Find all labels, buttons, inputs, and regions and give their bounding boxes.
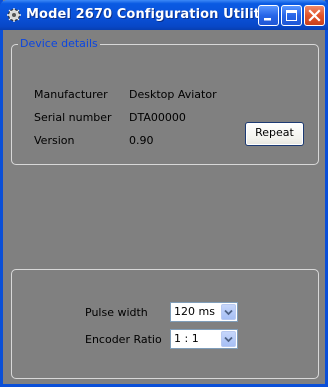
client-area: Device details Manufacturer Desktop Avia… [3,30,325,384]
encoder-ratio-select[interactable]: 1 : 1 [170,329,238,349]
pulse-width-value: 120 ms [174,305,215,318]
pulse-width-label: Pulse width [85,306,148,319]
manufacturer-value: Desktop Aviator [129,88,217,101]
serial-number-label: Serial number [34,111,112,124]
settings-group: Pulse width 120 ms Encoder Ratio 1 : 1 [11,269,319,379]
device-details-group: Device details Manufacturer Desktop Avia… [11,37,319,165]
minimize-button[interactable] [258,5,279,26]
utility-app-icon[interactable] [6,7,22,23]
manufacturer-label: Manufacturer [34,88,108,101]
encoder-ratio-label: Encoder Ratio [85,333,162,346]
app-window: Model 2670 Configuration Utility Device … [0,0,328,387]
encoder-ratio-value: 1 : 1 [174,332,199,345]
repeat-button[interactable]: Repeat [245,122,304,146]
version-value: 0.90 [129,134,154,147]
maximize-button[interactable] [281,5,302,26]
close-button[interactable] [304,5,325,26]
chevron-down-icon [224,336,233,343]
pulse-width-dropdown-button[interactable] [221,304,236,320]
title-bar[interactable]: Model 2670 Configuration Utility [0,0,328,30]
device-details-legend: Device details [18,37,100,50]
maximize-icon [286,10,297,21]
minimize-icon [264,18,271,21]
version-label: Version [34,134,75,147]
pulse-width-select[interactable]: 120 ms [170,302,238,322]
close-icon [308,9,321,22]
encoder-ratio-dropdown-button[interactable] [221,331,236,347]
serial-number-value: DTA00000 [129,111,186,124]
chevron-down-icon [224,309,233,316]
window-title: Model 2670 Configuration Utility [26,7,269,22]
